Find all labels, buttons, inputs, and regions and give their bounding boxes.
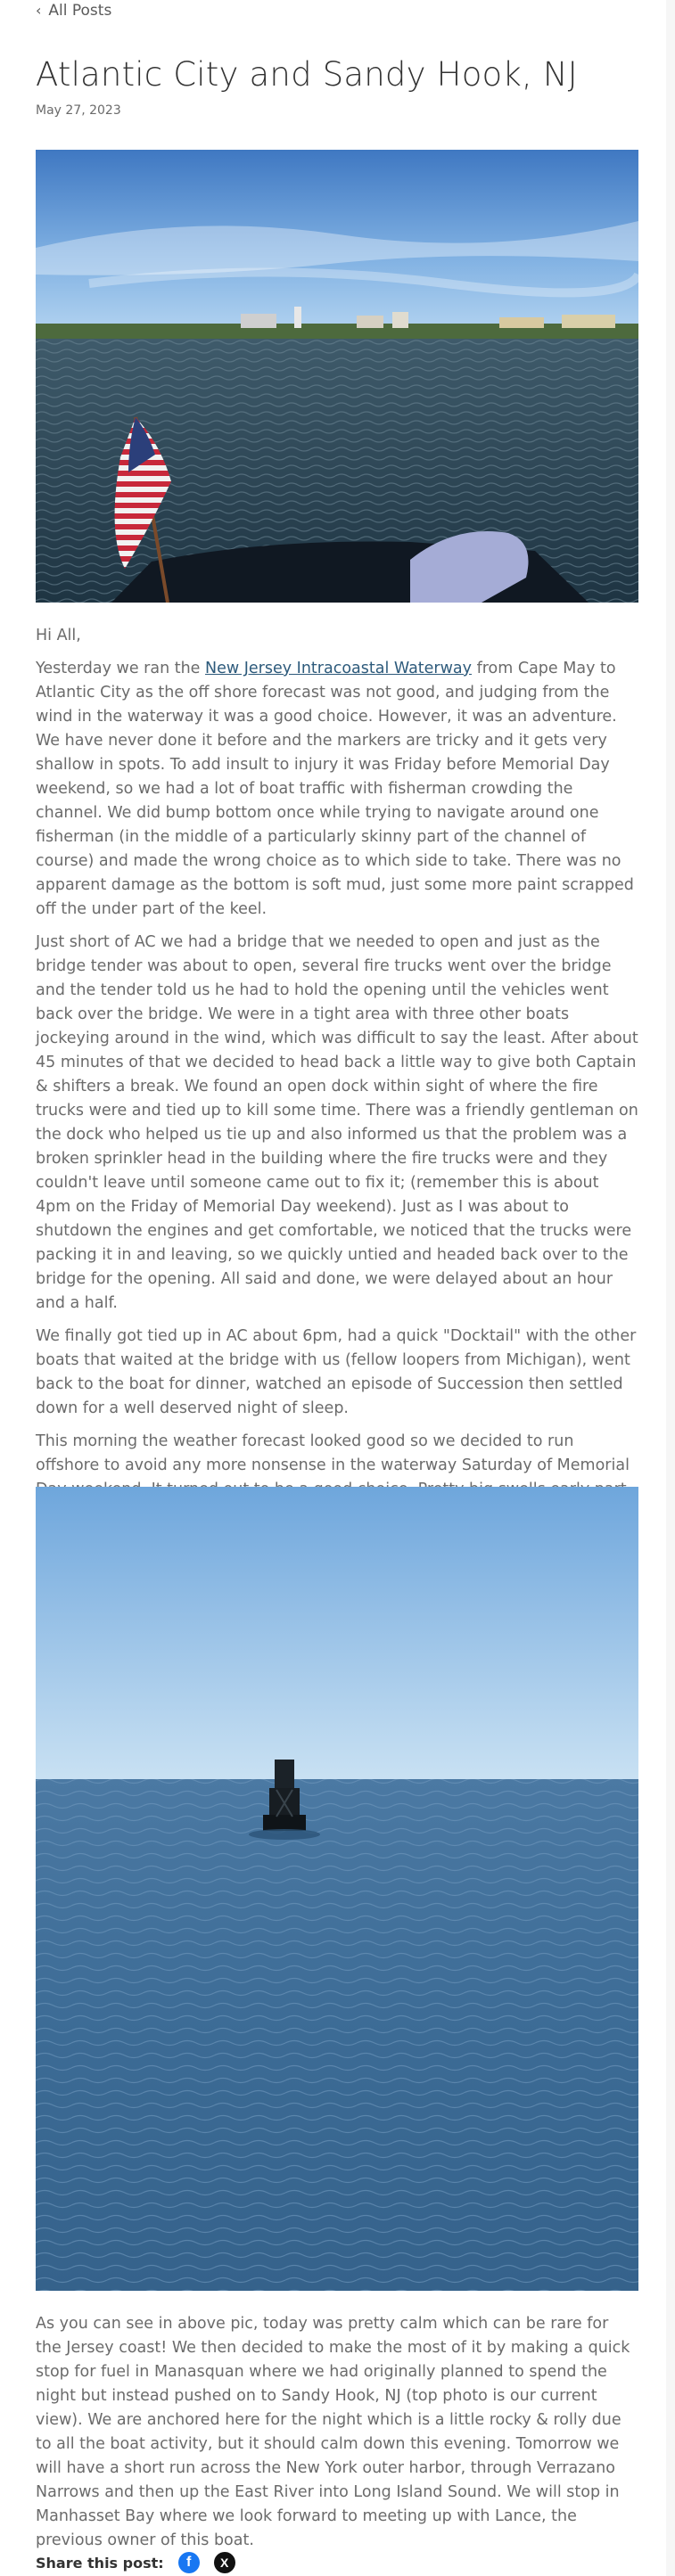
- all-posts-label: All Posts: [48, 2, 112, 20]
- chevron-left-icon: ‹: [36, 2, 42, 19]
- sandy-hook-photo: [36, 150, 638, 603]
- buoy-photo: [36, 1487, 638, 2291]
- share-label: Share this post:: [36, 2554, 164, 2572]
- buoy-photo-image: [36, 1487, 638, 2291]
- post-body-bottom: As you can see in above pic, today was p…: [36, 2312, 638, 2562]
- post-body-top: Hi All, Yesterday we ran the New Jersey …: [36, 624, 638, 1535]
- facebook-icon[interactable]: f: [177, 2552, 200, 2573]
- post-title: Atlantic City and Sandy Hook, NJ: [36, 55, 578, 94]
- paragraph-docktail: We finally got tied up in AC about 6pm, …: [36, 1327, 637, 1417]
- scrollbar[interactable]: [666, 0, 675, 2576]
- greeting-paragraph: Hi All,: [36, 627, 81, 644]
- paragraph-icw: Yesterday we ran the New Jersey Intracoa…: [36, 657, 638, 922]
- all-posts-link[interactable]: ‹ All Posts: [36, 0, 111, 21]
- paragraph-bridge: Just short of AC we had a bridge that we…: [36, 933, 638, 1312]
- share-bar: Share this post: f X: [36, 2551, 235, 2574]
- sandy-hook-photo-image: [36, 150, 638, 603]
- intracoastal-waterway-link[interactable]: New Jersey Intracoastal Waterway: [205, 660, 472, 677]
- x-twitter-icon[interactable]: X: [213, 2552, 235, 2573]
- paragraph-calm-day: As you can see in above pic, today was p…: [36, 2315, 630, 2549]
- post-date: May 27, 2023: [36, 103, 121, 118]
- paragraph-icw-text-start: Yesterday we ran the: [36, 660, 206, 677]
- paragraph-icw-text-end: from Cape May to Atlantic City as the of…: [36, 660, 634, 918]
